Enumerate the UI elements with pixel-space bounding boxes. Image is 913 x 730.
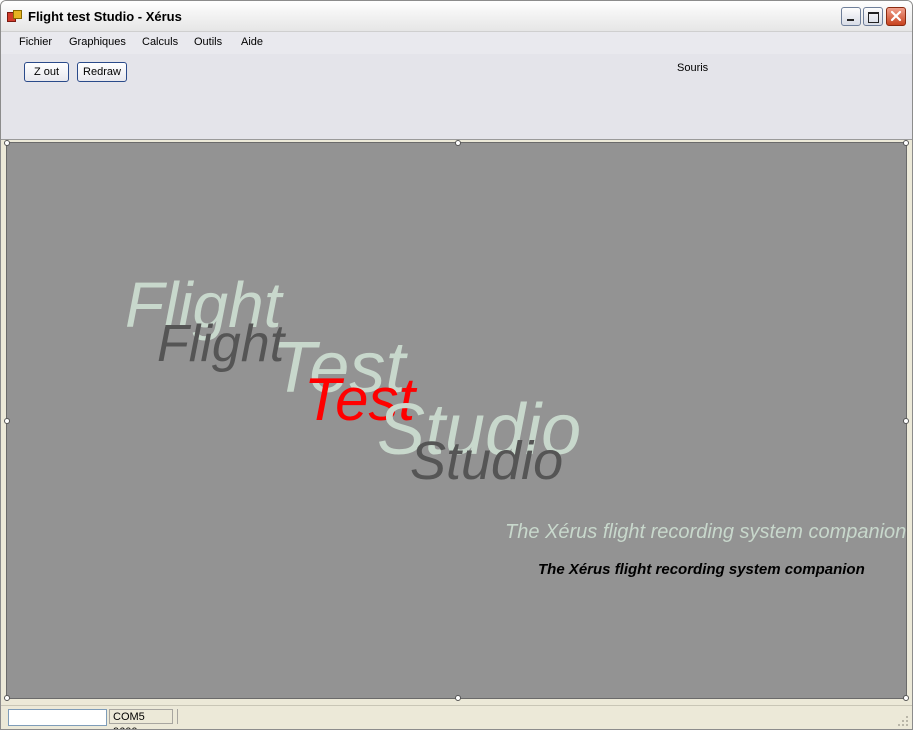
redraw-button[interactable]: Redraw xyxy=(77,62,127,82)
splash-logo: Flight Flight Test Test Studio Studio Th… xyxy=(125,269,906,578)
zoom-out-button[interactable]: Z out xyxy=(24,62,69,82)
graph-canvas[interactable]: Flight Flight Test Test Studio Studio Th… xyxy=(4,140,909,701)
window-title: Flight test Studio - Xérus xyxy=(28,9,182,24)
resize-grip-icon[interactable] xyxy=(897,715,909,727)
logo-word-flight-shadow: Flight xyxy=(157,315,287,373)
toolbar-panel: Z out Redraw Souris xyxy=(1,54,912,140)
status-bar: COM5 9600 xyxy=(1,705,912,729)
maximize-icon xyxy=(868,12,879,23)
minimize-button[interactable] xyxy=(841,7,861,26)
app-icon[interactable] xyxy=(7,10,22,22)
mouse-position-label: Souris xyxy=(677,62,709,74)
menu-bar: Fichier Graphiques Calculs Outils Aide xyxy=(1,32,912,54)
status-progress-field xyxy=(8,709,107,726)
status-separator xyxy=(177,709,178,724)
menu-outils[interactable]: Outils xyxy=(194,36,222,48)
close-icon xyxy=(890,10,902,22)
logo-word-studio-shadow: Studio xyxy=(410,431,563,491)
menu-fichier[interactable]: Fichier xyxy=(19,36,52,48)
tagline-light: The Xérus flight recording system compan… xyxy=(505,521,906,543)
maximize-button[interactable] xyxy=(863,7,883,26)
title-bar[interactable]: Flight test Studio - Xérus xyxy=(1,1,912,32)
tagline-dark: The Xérus flight recording system compan… xyxy=(538,561,865,578)
minimize-icon xyxy=(847,19,854,21)
app-window: Flight test Studio - Xérus Fichier Graph… xyxy=(0,0,913,730)
menu-aide[interactable]: Aide xyxy=(241,36,263,48)
status-com-port: COM5 9600 xyxy=(109,709,173,729)
menu-calculs[interactable]: Calculs xyxy=(142,36,178,48)
close-button[interactable] xyxy=(886,7,906,26)
menu-graphiques[interactable]: Graphiques xyxy=(69,36,126,48)
